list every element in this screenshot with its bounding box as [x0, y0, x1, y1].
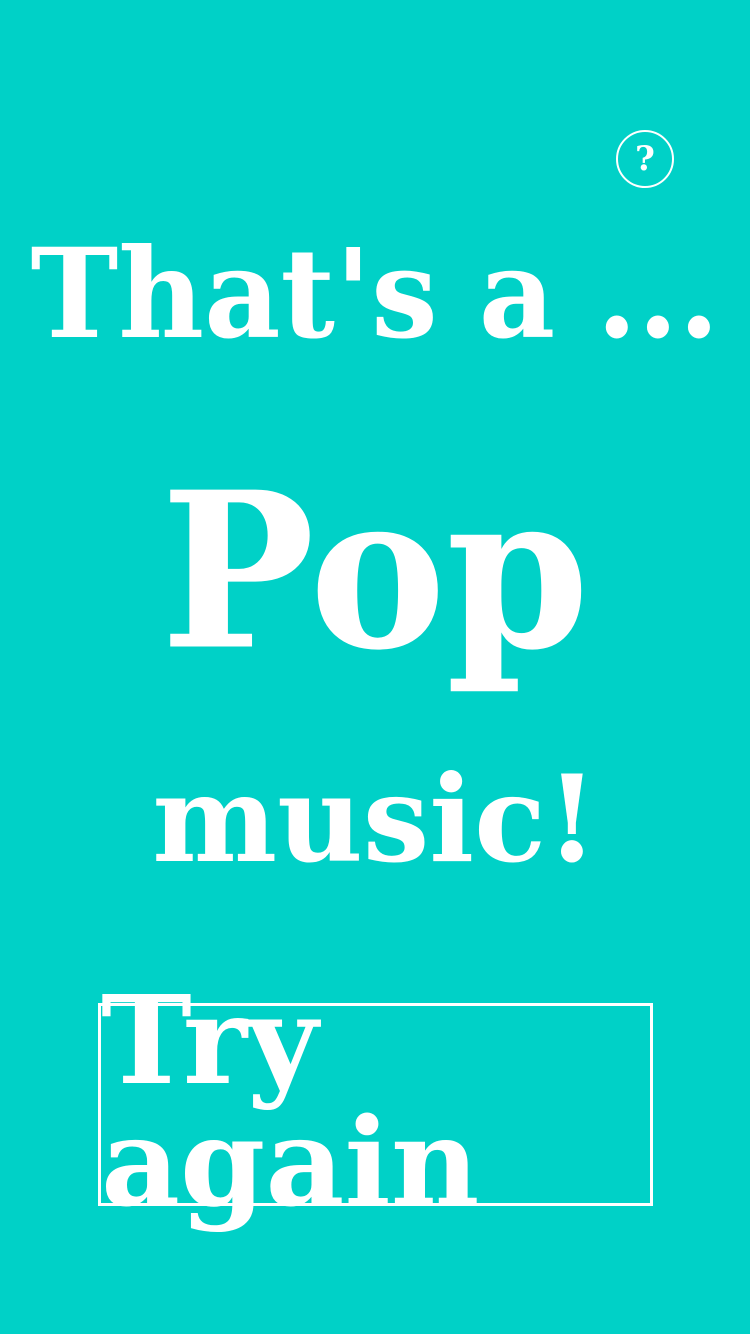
help-button[interactable]: ?	[616, 130, 674, 188]
question-mark-icon: ?	[635, 139, 655, 179]
try-again-button[interactable]: Try again	[98, 979, 653, 1223]
result-screen: ? That's a ... Pop music! Try again	[0, 0, 750, 1334]
try-again-label: Try again	[101, 967, 480, 1234]
result-intro-text: That's a ...	[30, 220, 720, 367]
genre-title: Pop	[160, 445, 590, 698]
result-outro-text: music!	[152, 747, 598, 890]
